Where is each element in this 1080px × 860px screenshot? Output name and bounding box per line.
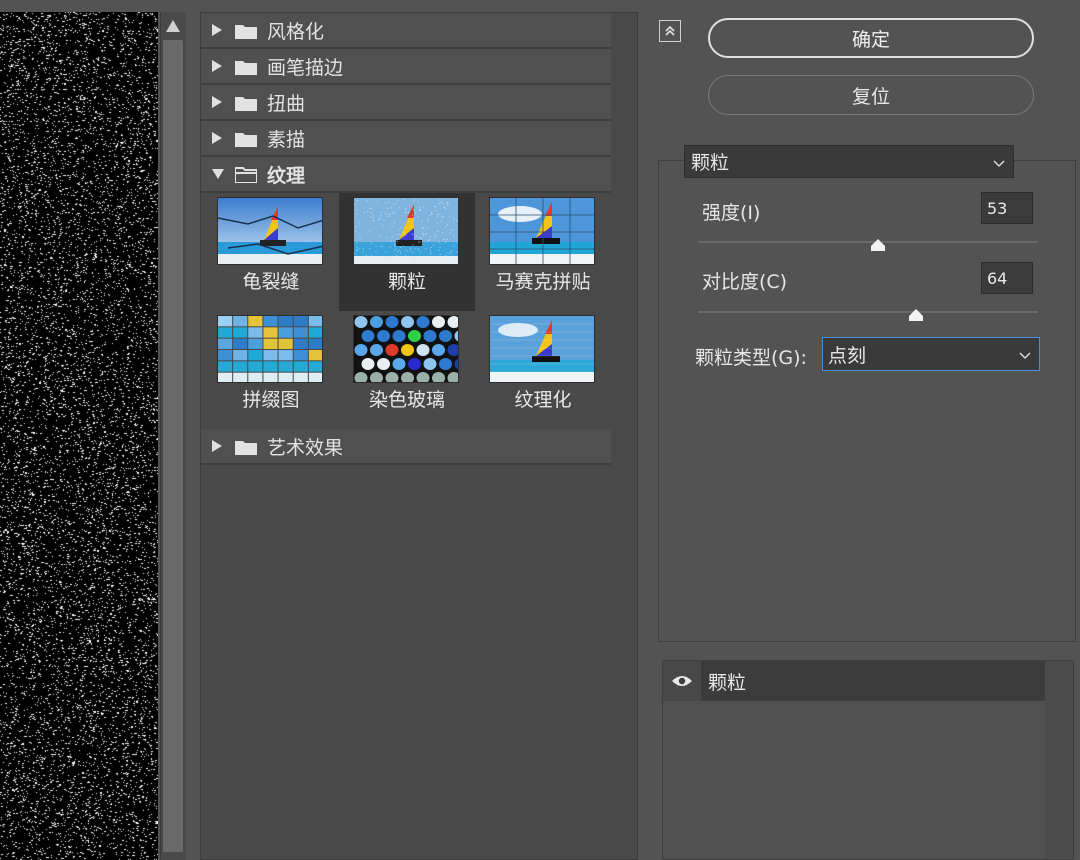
expand-triangle-icon <box>211 23 227 37</box>
category-sketch[interactable]: 素描 <box>201 121 611 157</box>
eye-icon[interactable] <box>663 661 701 701</box>
thumbnail-image <box>489 197 595 265</box>
contrast-label: 对比度(C) <box>702 271 788 293</box>
reset-button[interactable]: 复位 <box>708 75 1034 115</box>
expand-triangle-icon <box>211 439 227 453</box>
grain-type-select[interactable]: 点刻 <box>822 337 1040 371</box>
expand-triangle-icon <box>211 95 227 109</box>
category-label: 画笔描边 <box>267 56 344 79</box>
filter-thumb-craquelure[interactable]: 龟裂缝 <box>203 193 339 311</box>
category-artistic[interactable]: 艺术效果 <box>201 429 611 465</box>
scroll-up-arrow-icon[interactable] <box>163 14 183 38</box>
scrollbar-thumb[interactable] <box>163 40 183 852</box>
category-brush-strokes[interactable]: 画笔描边 <box>201 49 611 85</box>
filter-thumb-texturizer[interactable]: 纹理化 <box>475 311 611 429</box>
filter-select[interactable]: 颗粒 <box>684 145 1014 178</box>
folder-icon <box>235 438 257 455</box>
intensity-slider-thumb[interactable] <box>869 234 887 251</box>
folder-icon <box>235 130 257 147</box>
category-label: 素描 <box>267 128 306 151</box>
effect-layer-name: 颗粒 <box>708 672 747 694</box>
layers-scrollbar[interactable] <box>1045 661 1073 859</box>
grain-type-value: 点刻 <box>828 344 867 367</box>
collapse-triangle-icon <box>211 168 227 180</box>
folder-icon <box>235 22 257 39</box>
thumbnail-label: 拼缀图 <box>242 389 300 411</box>
expand-triangle-icon <box>211 59 227 73</box>
filter-thumb-mosaic-tiles[interactable]: 马赛克拼贴 <box>475 193 611 311</box>
filter-thumb-grain[interactable]: 颗粒 <box>339 193 475 311</box>
folder-icon <box>235 94 257 111</box>
filter-thumb-stained-glass[interactable]: 染色玻璃 <box>339 311 475 429</box>
thumbnail-image <box>217 315 323 383</box>
thumbnail-label: 马赛克拼贴 <box>495 271 591 293</box>
thumbnail-label: 染色玻璃 <box>368 389 445 411</box>
category-stylize[interactable]: 风格化 <box>201 13 611 49</box>
preview-canvas[interactable] <box>0 12 158 860</box>
thumbnail-image <box>489 315 595 383</box>
chevron-down-icon <box>993 151 1005 173</box>
chevron-down-icon <box>1019 343 1031 365</box>
filter-thumb-patchwork[interactable]: 拼缀图 <box>203 311 339 429</box>
filter-gallery: 风格化 画笔描边 扭曲 素描 纹理 龟裂缝 颗粒 马赛克拼贴 拼缀图 染色玻璃 … <box>200 12 638 860</box>
category-label: 风格化 <box>267 20 325 43</box>
contrast-input[interactable]: 64 <box>981 262 1033 294</box>
thumbnail-label: 颗粒 <box>387 271 426 293</box>
filter-select-value: 颗粒 <box>691 152 730 174</box>
category-label: 扭曲 <box>267 92 306 115</box>
intensity-label: 强度(I) <box>702 202 761 224</box>
intensity-input[interactable]: 53 <box>981 192 1033 224</box>
folder-icon <box>235 58 257 75</box>
thumbnail-image <box>217 197 323 265</box>
grain-type-label: 颗粒类型(G): <box>695 347 807 369</box>
open-folder-icon <box>234 166 258 184</box>
category-distort[interactable]: 扭曲 <box>201 85 611 121</box>
thumbnail-image <box>353 197 459 265</box>
collapse-up-icon[interactable] <box>659 20 681 42</box>
ok-button[interactable]: 确定 <box>708 18 1034 58</box>
category-label: 艺术效果 <box>267 436 344 459</box>
contrast-slider[interactable] <box>698 311 1038 313</box>
thumbnail-label: 龟裂缝 <box>242 271 300 293</box>
thumbnail-image <box>353 315 459 383</box>
category-texture[interactable]: 纹理 <box>201 157 611 193</box>
contrast-slider-thumb[interactable] <box>907 304 925 321</box>
grain-preview-image <box>0 12 158 860</box>
filter-settings-panel <box>658 160 1076 642</box>
category-label: 纹理 <box>267 164 306 187</box>
expand-triangle-icon <box>211 131 227 145</box>
intensity-slider[interactable] <box>698 241 1038 243</box>
thumbnail-label: 纹理化 <box>514 389 572 411</box>
